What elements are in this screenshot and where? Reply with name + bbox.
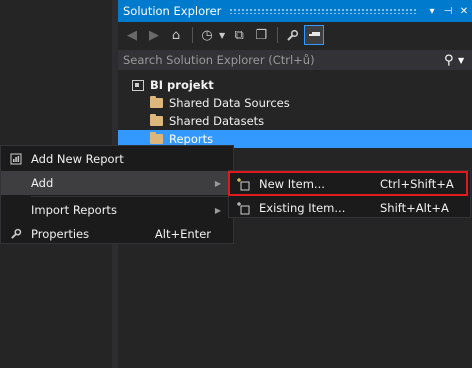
search-icon[interactable]: ⚲ [444,53,458,68]
properties-wrench-icon[interactable] [282,25,302,45]
forward-icon[interactable]: ▶ [144,25,164,45]
menu-item-shortcut: Alt+Enter [154,227,211,241]
menu-item-shortcut: Ctrl+Shift+A [380,177,454,191]
folder-icon [150,96,163,108]
menu-item-add[interactable]: Add ▶ [1,171,233,195]
close-icon[interactable]: ✕ [456,6,472,17]
menu-item-label: Add New Report [31,152,124,166]
folder-icon [150,132,163,144]
submenu-arrow-icon: ▶ [214,178,221,188]
solution-explorer-toolbar: ◀ ▶ ⌂ ◷ ▼ ⧉ ❐ [118,22,472,48]
menu-item-label: Existing Item... [259,201,346,215]
submenu-arrow-icon: ▶ [214,205,221,215]
menu-item-add-new-report[interactable]: Add New Report [1,147,233,171]
menu-item-label: Add [31,176,54,190]
pending-changes-filter-icon[interactable]: ◷ [197,25,217,45]
existing-item-icon [229,201,259,215]
new-item-icon [229,177,259,191]
tree-node-label: Shared Datasets [169,114,265,128]
menu-item-new-item[interactable]: New Item... Ctrl+Shift+A [229,172,470,196]
pin-icon[interactable]: ⊣ [440,6,456,17]
home-icon[interactable]: ⌂ [166,25,186,45]
back-icon[interactable]: ◀ [122,25,142,45]
add-submenu: New Item... Ctrl+Shift+A Existing Item..… [228,170,471,218]
wrench-icon [1,228,31,240]
tree-node-label: BI projekt [150,78,214,92]
add-report-icon [1,153,31,165]
chevron-down-icon[interactable]: ▼ [219,31,225,40]
tree-node-shared-data-sources[interactable]: Shared Data Sources [118,94,472,112]
tree-node-label: Reports [169,132,214,146]
menu-item-import-reports[interactable]: Import Reports ▶ [1,198,233,222]
project-icon [132,79,144,91]
titlebar-grip [229,8,416,14]
toolbar-divider [192,27,193,43]
tree-node-label: Shared Data Sources [169,96,290,110]
tree-node-shared-datasets[interactable]: Shared Datasets [118,112,472,130]
solution-explorer-titlebar[interactable]: Solution Explorer ▾ ⊣ ✕ [118,0,472,22]
tree-node-project[interactable]: BI projekt [118,76,472,94]
menu-item-label: Import Reports [31,203,117,217]
sync-with-document-icon[interactable]: ⧉ [229,25,249,45]
panel-title: Solution Explorer [123,4,222,18]
search-box[interactable]: ⚲ ▼ [118,50,472,70]
collapse-all-icon[interactable]: ❐ [251,25,271,45]
context-menu: Add New Report Add ▶ Import Reports ▶ Pr… [0,145,234,244]
menu-item-shortcut: Shift+Alt+A [380,201,449,215]
menu-item-label: Properties [31,227,90,241]
folder-icon [150,114,163,126]
toolbar-divider [277,27,279,43]
solution-tree: BI projekt Shared Data Sources Shared Da… [118,76,472,148]
search-input[interactable] [118,52,444,68]
preview-selected-items-icon[interactable] [304,25,325,45]
window-position-dropdown-icon[interactable]: ▾ [424,6,440,17]
menu-item-properties[interactable]: Properties Alt+Enter [1,222,233,246]
menu-item-label: New Item... [259,177,325,191]
menu-separator [31,196,233,197]
menu-item-existing-item[interactable]: Existing Item... Shift+Alt+A [229,196,470,220]
chevron-down-icon[interactable]: ▼ [458,56,472,65]
